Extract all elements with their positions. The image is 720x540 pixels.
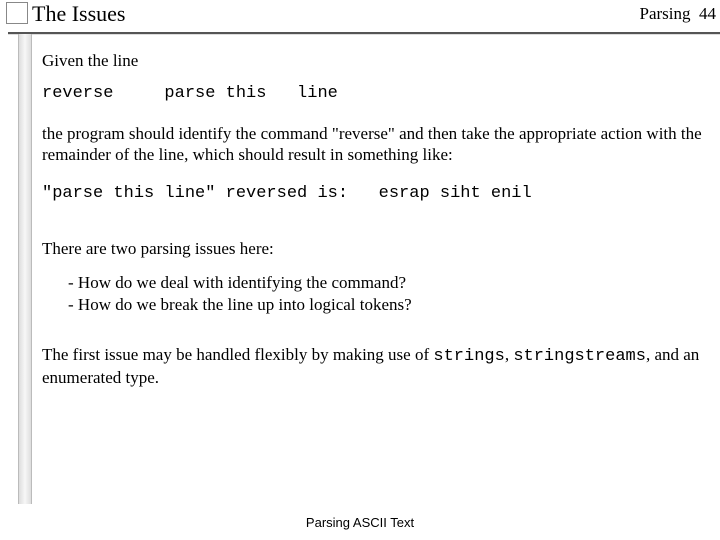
paragraph-explain: the program should identify the command … (42, 123, 702, 166)
slide-title: The Issues (32, 1, 125, 27)
title-bullet-box (6, 2, 28, 24)
bullet-list: - How do we deal with identifying the co… (68, 272, 702, 316)
code-stringstreams: stringstreams (513, 347, 646, 366)
left-decorative-bar (18, 34, 32, 504)
paragraph-intro: Given the line (42, 50, 702, 71)
text: The first issue may be handled flexibly … (42, 345, 433, 364)
list-item: - How do we deal with identifying the co… (68, 272, 702, 294)
slide: The Issues Parsing 44 Given the line rev… (0, 0, 720, 540)
title-bar: The Issues Parsing 44 (2, 2, 720, 36)
code-example-output: "parse this line" reversed is: esrap sih… (42, 183, 702, 204)
slide-body: Given the line reverse parse this line t… (42, 50, 702, 406)
code-strings: strings (433, 347, 504, 366)
page-number: 44 (699, 4, 716, 23)
paragraph-solution: The first issue may be handled flexibly … (42, 344, 702, 389)
list-item: - How do we break the line up into logic… (68, 294, 702, 316)
footer-text: Parsing ASCII Text (0, 515, 720, 530)
paragraph-issues: There are two parsing issues here: (42, 238, 702, 259)
header-right: Parsing 44 (640, 4, 717, 24)
title-rule (8, 32, 720, 35)
code-example-input: reverse parse this line (42, 83, 702, 104)
section-label: Parsing (640, 4, 691, 23)
